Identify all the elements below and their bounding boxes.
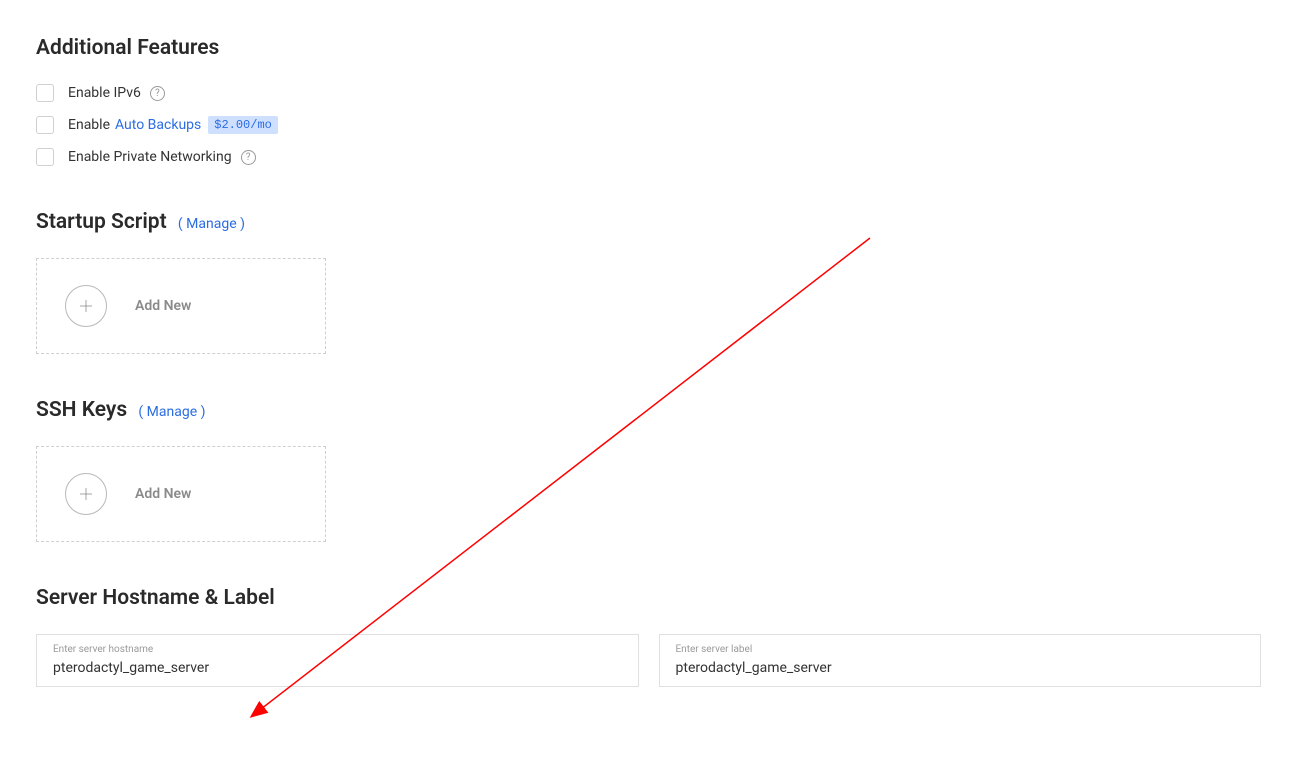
ssh-manage-link[interactable]: ( Manage ) xyxy=(138,404,205,420)
plus-icon xyxy=(65,285,107,327)
hostname-small-label: Enter server hostname xyxy=(53,644,622,655)
plus-icon xyxy=(65,473,107,515)
hostname-input-wrap[interactable]: Enter server hostname xyxy=(36,634,639,687)
add-new-label: Add New xyxy=(135,298,191,314)
add-ssh-key-card[interactable]: Add New xyxy=(36,446,326,542)
add-new-label: Add New xyxy=(135,486,191,502)
auto-backups-link[interactable]: Auto Backups xyxy=(115,117,201,133)
checkbox-autobackups[interactable] xyxy=(36,116,54,134)
additional-features-title: Additional Features xyxy=(36,36,1261,60)
feature-label-prefix: Enable xyxy=(68,117,110,133)
checkbox-private-networking[interactable] xyxy=(36,148,54,166)
checkbox-ipv6[interactable] xyxy=(36,84,54,102)
label-input-wrap[interactable]: Enter server label xyxy=(659,634,1262,687)
startup-manage-link[interactable]: ( Manage ) xyxy=(178,216,245,232)
price-badge: $2.00/mo xyxy=(208,116,278,134)
add-startup-script-card[interactable]: Add New xyxy=(36,258,326,354)
feature-label-ipv6: Enable IPv6 xyxy=(68,85,141,101)
ssh-keys-title: SSH Keys ( Manage ) xyxy=(36,398,1261,422)
feature-row-ipv6: Enable IPv6 ? xyxy=(36,84,1261,102)
startup-script-title: Startup Script ( Manage ) xyxy=(36,210,1261,234)
label-small-label: Enter server label xyxy=(676,644,1245,655)
help-icon[interactable]: ? xyxy=(241,150,256,165)
feature-label-private-networking: Enable Private Networking xyxy=(68,149,232,165)
feature-row-private-networking: Enable Private Networking ? xyxy=(36,148,1261,166)
hostname-input[interactable] xyxy=(53,660,622,676)
server-hostname-label-title: Server Hostname & Label xyxy=(36,586,1261,610)
help-icon[interactable]: ? xyxy=(150,86,165,101)
label-input[interactable] xyxy=(676,660,1245,676)
feature-row-autobackups: Enable Auto Backups $2.00/mo xyxy=(36,116,1261,134)
